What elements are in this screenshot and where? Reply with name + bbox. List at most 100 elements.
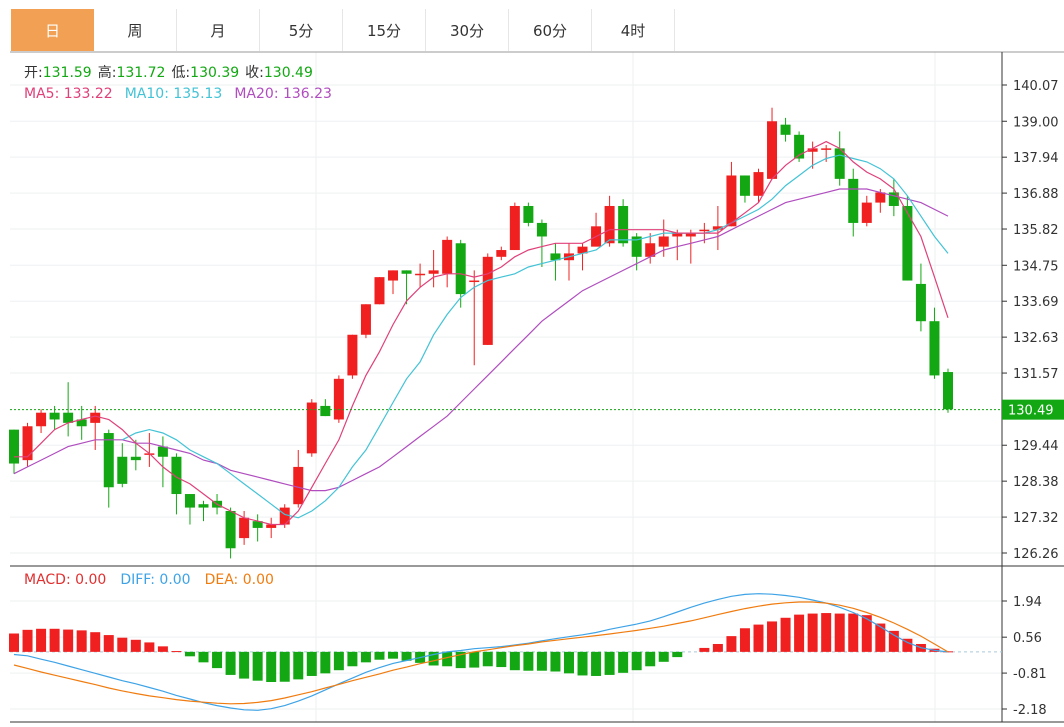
price-tick-label: 137.94	[1013, 151, 1059, 166]
macd-tick-label: 0.56	[1013, 631, 1042, 646]
macd-bar	[198, 651, 209, 663]
candle-body	[320, 405, 331, 417]
candle-body	[780, 124, 791, 135]
price-tick-label: 126.26	[1013, 547, 1059, 562]
macd-bar	[658, 651, 669, 662]
candle-body	[198, 504, 209, 508]
macd-tick-label: -0.81	[1013, 667, 1047, 682]
candle-body	[428, 270, 439, 274]
diff-value: DIFF: 0.00	[120, 572, 190, 588]
candle-body	[171, 456, 182, 495]
candle-body	[333, 378, 344, 420]
candle-body	[306, 402, 317, 454]
macd-bar	[347, 651, 358, 667]
candle-body	[225, 510, 236, 549]
macd-bar	[712, 643, 723, 652]
candle-body	[726, 175, 737, 227]
candle-body	[157, 446, 168, 457]
candle-body	[63, 412, 74, 423]
macd-bar	[631, 651, 642, 671]
price-tick-label: 131.57	[1013, 367, 1059, 382]
macd-bar	[482, 651, 493, 667]
chart: 开:131.59 高:131.72 低:130.39 收:130.49 MA5: 13…	[9, 51, 1064, 723]
candle-body	[739, 175, 750, 196]
ma-legend: MA5: 133.22 MA10: 135.13 MA20: 136.23	[24, 86, 332, 102]
candle-body	[360, 304, 371, 335]
macd-bar	[591, 651, 602, 676]
panel-borders	[10, 51, 1064, 723]
macd-bar	[767, 621, 778, 652]
macd-bar	[36, 628, 47, 652]
macd-bar	[333, 651, 344, 671]
macd-bar	[509, 651, 520, 671]
candle-body	[442, 239, 453, 274]
macd-bar	[618, 651, 629, 673]
candle-body	[49, 412, 60, 420]
candle-body	[753, 172, 764, 196]
macd-bar	[563, 651, 574, 674]
macd-value: MACD: 0.00	[24, 572, 106, 588]
ma10-line	[122, 154, 949, 519]
macd-bar	[726, 636, 737, 652]
macd-tick-label: -2.18	[1013, 703, 1047, 718]
candle-body	[9, 429, 19, 464]
macd-bar	[171, 651, 182, 653]
macd-bar	[9, 633, 19, 652]
candle-body	[875, 192, 886, 203]
macd-bar	[753, 624, 764, 652]
candle-body	[388, 270, 399, 281]
candle-body	[482, 256, 493, 345]
macd-bar	[360, 651, 371, 663]
price-tick-label: 129.44	[1013, 439, 1059, 454]
candle-body	[915, 283, 926, 322]
macd-bar	[888, 630, 899, 652]
candle-body	[347, 334, 358, 376]
macd-bar	[807, 613, 818, 652]
candles	[9, 107, 953, 559]
macd-bar	[834, 613, 845, 652]
candle-body	[90, 412, 101, 423]
last-price-value: 130.49	[1008, 404, 1054, 419]
candle-body	[509, 205, 520, 251]
ma5-legend: MA5: 133.22	[24, 86, 113, 102]
macd-bar	[523, 651, 534, 671]
price-tick-label: 134.75	[1013, 259, 1059, 274]
macd-panel	[9, 593, 1002, 711]
macd-bar	[604, 651, 615, 675]
macd-bar	[739, 628, 750, 652]
candle-body	[536, 222, 547, 237]
macd-bar	[875, 623, 886, 652]
macd-bar	[577, 651, 588, 676]
macd-bar	[780, 617, 791, 652]
macd-bar	[279, 651, 290, 682]
macd-bar	[76, 630, 87, 652]
candle-body	[767, 121, 778, 179]
macd-bar	[49, 628, 60, 652]
candle-body	[374, 277, 385, 305]
macd-bar	[293, 651, 304, 680]
macd-bar	[374, 651, 385, 660]
macd-bar	[306, 651, 317, 676]
candle-body	[22, 426, 33, 461]
candle-body	[929, 321, 940, 376]
ma10-legend: MA10: 135.13	[125, 86, 223, 102]
macd-bar	[320, 651, 331, 674]
price-tick-label: 136.88	[1013, 187, 1059, 202]
macd-bar	[388, 651, 399, 659]
macd-bar	[536, 651, 547, 671]
macd-bar	[117, 637, 128, 652]
macd-bar	[225, 651, 236, 675]
candle-body	[36, 412, 47, 427]
ma5-line	[14, 140, 949, 526]
macd-bar	[239, 651, 250, 679]
macd-bar	[794, 614, 805, 652]
price-tick-label: 127.32	[1013, 511, 1059, 526]
price-tick-label: 133.69	[1013, 295, 1059, 310]
candle-body	[848, 178, 859, 223]
macd-bar	[157, 646, 168, 652]
macd-tick-label: 1.94	[1013, 595, 1042, 610]
macd-bar	[848, 613, 859, 652]
candle-body	[496, 250, 507, 257]
candle-body	[455, 243, 466, 295]
macd-bar	[63, 629, 74, 652]
